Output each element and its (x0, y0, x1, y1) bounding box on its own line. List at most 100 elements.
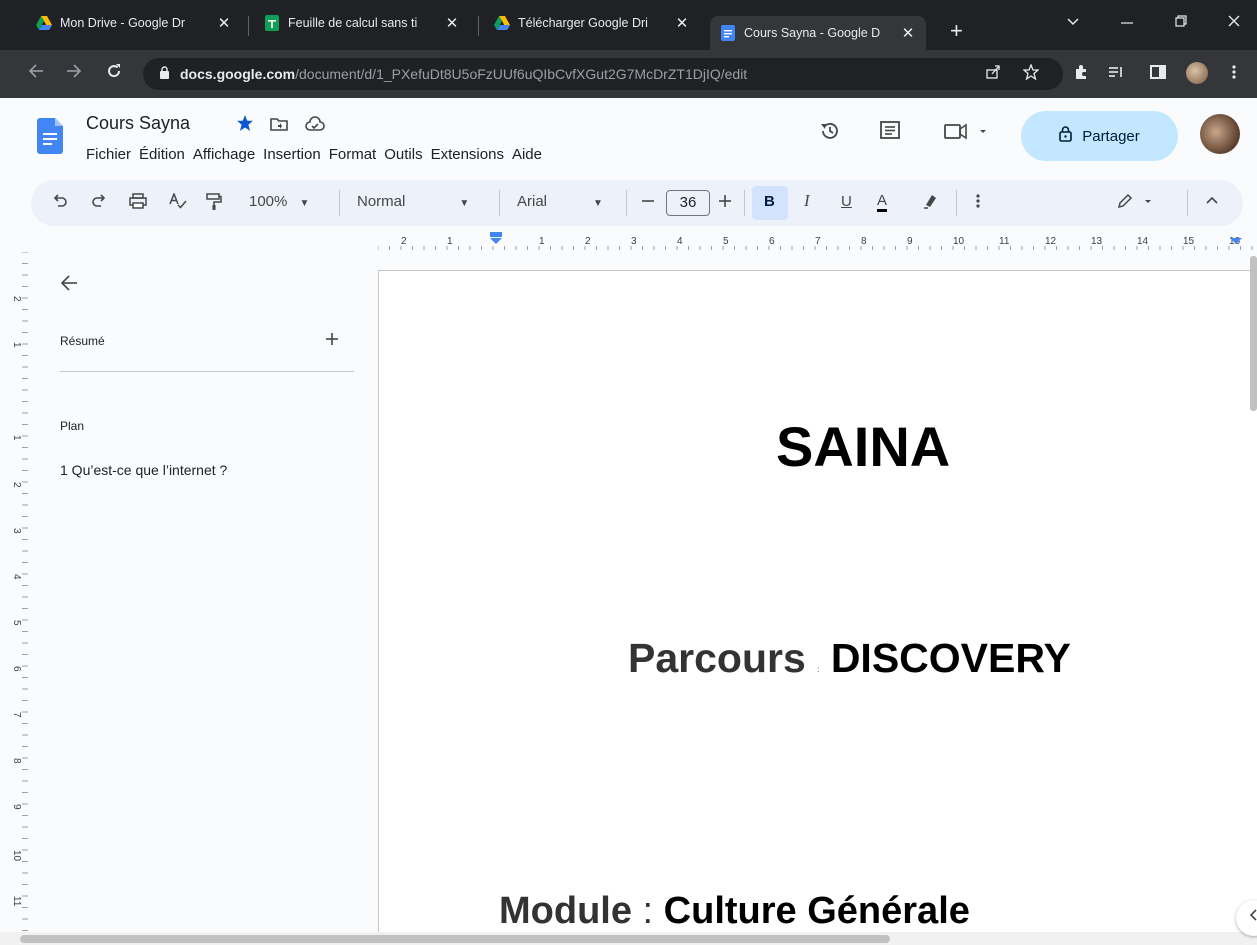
vertical-ruler[interactable]: 211234567891011 (0, 252, 36, 932)
parcours-line[interactable]: Parcours : DISCOVERY (628, 635, 1071, 682)
tab-cours-sayna[interactable]: Cours Sayna - Google D ✕ (710, 16, 926, 50)
horizontal-scrollbar-thumb[interactable] (20, 935, 890, 943)
zoom-select[interactable]: 100% ▼ (249, 193, 309, 210)
menu-insertion[interactable]: Insertion (263, 146, 321, 163)
ruler-label: 11 (999, 236, 1010, 247)
text-color-icon[interactable]: A (877, 193, 888, 212)
collapse-menus-icon[interactable] (1205, 193, 1219, 211)
undo-icon[interactable] (52, 193, 68, 211)
tab-telecharger-drive[interactable]: Télécharger Google Dri ✕ (484, 8, 700, 38)
tab-separator (248, 16, 249, 36)
font-size-input[interactable]: 36 (666, 190, 710, 216)
ruler-label: 6 (769, 236, 775, 247)
decrease-font-size-icon[interactable] (641, 190, 655, 215)
italic-icon[interactable]: I (804, 191, 810, 211)
more-options-icon[interactable] (1232, 64, 1236, 85)
summary-label: Résumé (60, 334, 105, 348)
tab-mon-drive[interactable]: Mon Drive - Google Dr ✕ (26, 8, 242, 38)
increase-font-size-icon[interactable] (718, 190, 732, 214)
new-tab-button[interactable]: + (950, 18, 963, 44)
ruler-label: 14 (1137, 236, 1149, 247)
editing-mode-icon[interactable] (1117, 193, 1157, 213)
chevron-down-icon: ▼ (459, 198, 470, 209)
ruler-label: 10 (11, 850, 22, 862)
meet-video-icon[interactable] (944, 120, 992, 148)
ruler-label: 4 (11, 574, 22, 580)
title-icons (236, 114, 325, 137)
close-tab-icon[interactable]: ✕ (900, 24, 916, 42)
menu-format[interactable]: Format (329, 146, 377, 163)
highlight-color-icon[interactable] (922, 193, 938, 213)
menu-extensions[interactable]: Extensions (431, 146, 504, 163)
menu-bar: Fichier Édition Affichage Insertion Form… (86, 146, 550, 163)
reading-list-icon[interactable] (1108, 64, 1124, 85)
add-summary-icon[interactable] (325, 329, 339, 352)
share-page-icon[interactable] (985, 64, 1001, 85)
tab-search-chevron-icon[interactable] (1066, 14, 1080, 32)
spellcheck-icon[interactable] (169, 191, 187, 213)
first-line-indent-marker[interactable] (490, 232, 502, 237)
google-docs-logo-icon[interactable] (37, 118, 63, 154)
document-title[interactable]: Cours Sayna (86, 113, 190, 134)
move-folder-icon[interactable] (270, 116, 289, 137)
user-avatar[interactable] (1200, 114, 1240, 154)
print-icon[interactable] (129, 193, 147, 213)
minimize-icon[interactable] (1120, 14, 1134, 32)
style-value: Normal (357, 193, 406, 210)
chrome-profile-avatar[interactable] (1186, 62, 1208, 84)
vertical-scrollbar-thumb[interactable] (1250, 256, 1257, 411)
paragraph-style-select[interactable]: Normal ▼ (357, 193, 469, 210)
side-panel-icon[interactable] (1150, 64, 1166, 85)
redo-icon[interactable] (91, 193, 107, 211)
lock-icon (1059, 126, 1073, 146)
outline-item[interactable]: 1 Qu’est-ce que l’internet ? (60, 462, 227, 478)
ruler-label: 9 (11, 804, 22, 810)
document-outline-panel (36, 252, 379, 932)
underline-icon[interactable]: U (841, 193, 852, 210)
bookmark-star-icon[interactable] (1022, 63, 1040, 85)
menu-aide[interactable]: Aide (512, 146, 542, 163)
ruler-label: 11 (11, 896, 22, 907)
close-tab-icon[interactable]: ✕ (444, 14, 460, 32)
close-tab-icon[interactable]: ✕ (674, 14, 690, 32)
ruler-label: 12 (1045, 236, 1057, 247)
document-page[interactable] (378, 270, 1257, 932)
menu-affichage[interactable]: Affichage (193, 146, 255, 163)
ruler-label: 1 (11, 342, 22, 348)
star-icon[interactable] (236, 114, 254, 137)
google-drive-icon (494, 15, 510, 31)
back-nav-icon[interactable] (28, 63, 44, 84)
document-heading[interactable]: SAINA (776, 414, 950, 479)
url-host: docs.google.com (180, 66, 296, 82)
font-select[interactable]: Arial ▼ (517, 193, 603, 210)
cloud-saved-icon[interactable] (305, 116, 325, 137)
more-tools-icon[interactable] (976, 193, 980, 213)
paint-format-icon[interactable] (206, 193, 222, 215)
bold-icon[interactable]: B (764, 193, 775, 210)
extensions-icon[interactable] (1073, 64, 1089, 85)
comments-icon[interactable] (879, 120, 901, 148)
ruler-label: 7 (11, 712, 22, 718)
ruler-labels: 211234567891011 (11, 296, 22, 907)
ruler-label: 6 (11, 666, 22, 672)
menu-fichier[interactable]: Fichier (86, 146, 131, 163)
reload-icon[interactable] (106, 63, 122, 84)
url-text[interactable]: docs.google.com/document/d/1_PXefuDt8U5o… (180, 66, 747, 82)
tab-title: Cours Sayna - Google D (744, 26, 881, 40)
share-button[interactable]: Partager (1021, 111, 1178, 161)
menu-outils[interactable]: Outils (384, 146, 422, 163)
menu-edition[interactable]: Édition (139, 146, 185, 163)
close-outline-arrow-icon[interactable] (60, 272, 78, 298)
tab-title: Télécharger Google Dri (518, 16, 648, 30)
ruler-label: 2 (11, 482, 22, 488)
toolbar-separator (339, 190, 340, 216)
horizontal-ruler[interactable]: 2112345678910111213141516 (378, 230, 1257, 250)
forward-nav-icon[interactable] (66, 63, 82, 84)
version-history-icon[interactable] (819, 120, 841, 148)
close-window-icon[interactable] (1228, 14, 1240, 32)
tab-feuille-de-calcul[interactable]: Feuille de calcul sans ti ✕ (254, 8, 470, 38)
restore-icon[interactable] (1175, 14, 1187, 32)
ruler-label: 1 (11, 435, 22, 441)
close-tab-icon[interactable]: ✕ (216, 14, 232, 32)
module-line[interactable]: Module : Culture Générale (499, 890, 970, 933)
